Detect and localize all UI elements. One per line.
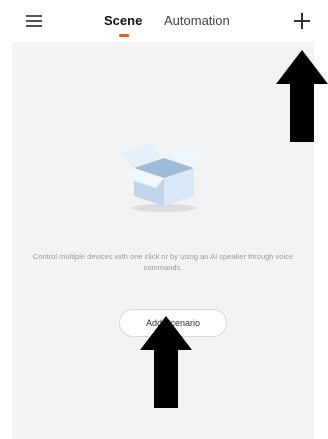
up-arrow-icon [140,316,192,408]
hamburger-menu-icon[interactable] [26,14,42,28]
scene-screen: Scene Automation Control multiple device… [0,0,328,439]
top-bar: Scene Automation [0,0,328,42]
open-box-icon [120,144,208,212]
tab-scene[interactable]: Scene [104,13,142,29]
tab-active-indicator [119,34,129,37]
empty-state-message: Control multiple devices with one click … [32,252,294,272]
plus-icon[interactable] [293,12,311,30]
up-arrow-icon [276,50,328,142]
tab-automation[interactable]: Automation [164,13,230,29]
